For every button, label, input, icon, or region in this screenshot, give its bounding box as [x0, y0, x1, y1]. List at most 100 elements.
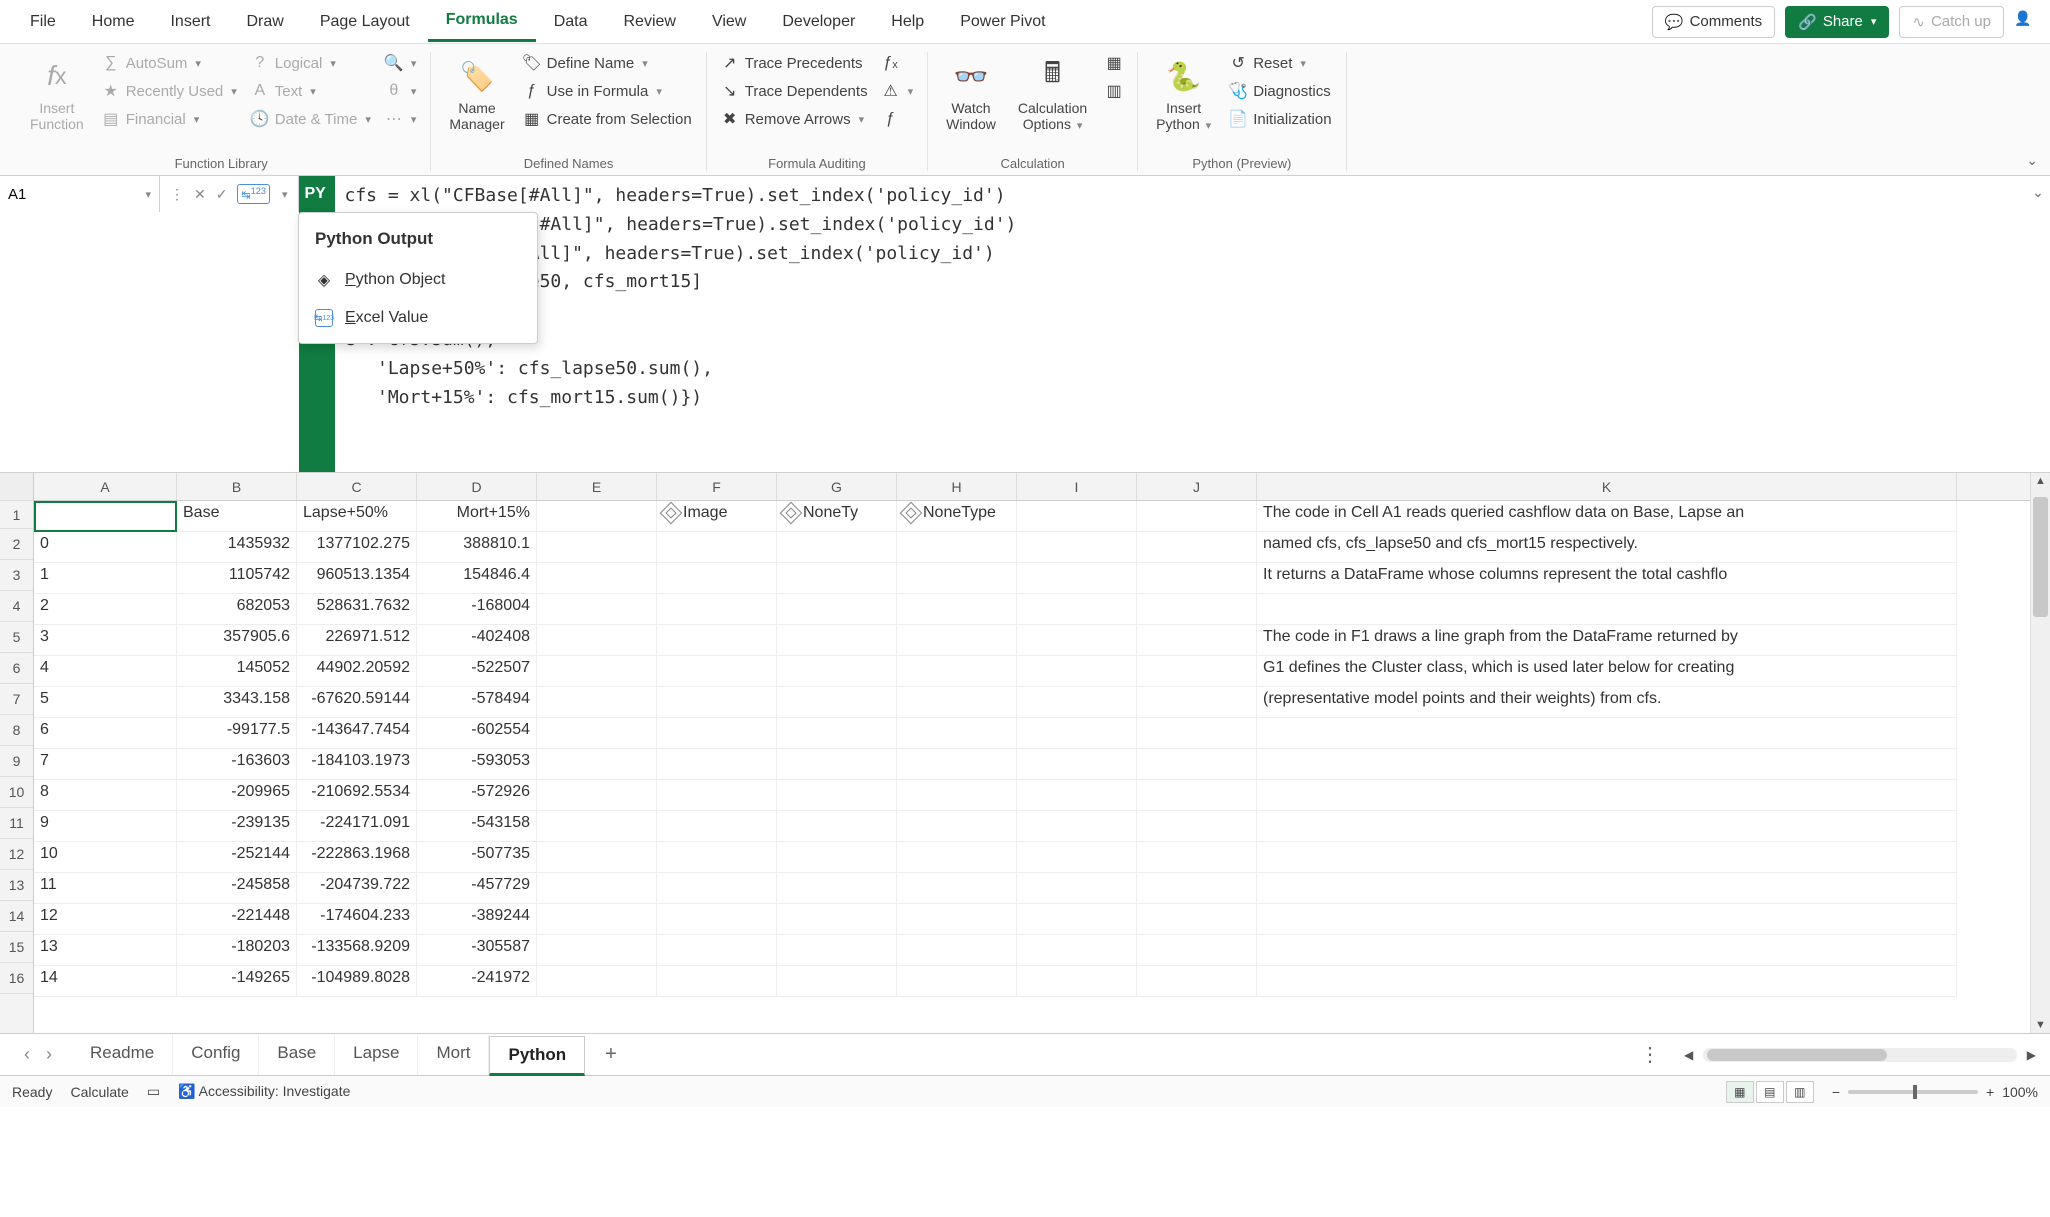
cell[interactable]: -572926 [417, 780, 537, 811]
cell[interactable] [1017, 594, 1137, 625]
col-header-E[interactable]: E [537, 473, 657, 500]
tab-draw[interactable]: Draw [228, 3, 301, 41]
macro-icon[interactable]: ▭ [147, 1083, 160, 1100]
cell[interactable]: -457729 [417, 873, 537, 904]
create-from-selection-button[interactable]: ▦Create from Selection [519, 108, 696, 130]
cell[interactable] [537, 594, 657, 625]
cell[interactable] [897, 873, 1017, 904]
row-header-10[interactable]: 10 [0, 777, 33, 808]
cell[interactable] [777, 904, 897, 935]
excel-value-option[interactable]: ↹123 Excel Value [299, 299, 537, 337]
sheet-tab-config[interactable]: Config [173, 1035, 259, 1075]
sheet-tab-base[interactable]: Base [259, 1035, 335, 1075]
cell[interactable] [1017, 904, 1137, 935]
cell[interactable] [1137, 966, 1257, 997]
col-header-J[interactable]: J [1137, 473, 1257, 500]
cell[interactable]: -204739.722 [297, 873, 417, 904]
cell[interactable] [777, 563, 897, 594]
cell[interactable]: -222863.1968 [297, 842, 417, 873]
tab-file[interactable]: File [12, 3, 74, 41]
row-header-16[interactable]: 16 [0, 963, 33, 994]
row-header-1[interactable]: 1 [0, 501, 33, 529]
zoom-level[interactable]: 100% [2002, 1084, 2038, 1100]
cell[interactable] [657, 749, 777, 780]
trace-precedents-button[interactable]: ↗Trace Precedents [717, 52, 872, 74]
cell[interactable] [657, 594, 777, 625]
cell[interactable]: NoneType [897, 501, 1017, 532]
cell[interactable] [897, 718, 1017, 749]
col-header-I[interactable]: I [1017, 473, 1137, 500]
cell[interactable]: 7 [34, 749, 177, 780]
cell[interactable]: -239135 [177, 811, 297, 842]
cell[interactable]: -174604.233 [297, 904, 417, 935]
row-header-2[interactable]: 2 [0, 529, 33, 560]
cell[interactable] [897, 594, 1017, 625]
cell[interactable]: -180203 [177, 935, 297, 966]
calc-now-button[interactable]: ▦ [1101, 52, 1127, 74]
tab-help[interactable]: Help [873, 3, 942, 41]
cell[interactable] [777, 687, 897, 718]
cell[interactable] [777, 873, 897, 904]
cell[interactable]: Image [657, 501, 777, 532]
catchup-button[interactable]: ∿Catch up [1899, 6, 2004, 38]
cell[interactable] [777, 811, 897, 842]
cell[interactable]: (representative model points and their w… [1257, 687, 1957, 718]
cell[interactable] [897, 687, 1017, 718]
accessibility-button[interactable]: ♿ Accessibility: Investigate [178, 1083, 350, 1100]
tab-view[interactable]: View [694, 3, 764, 41]
scroll-right-arrow[interactable]: ▶ [2023, 1048, 2040, 1062]
cell[interactable] [657, 780, 777, 811]
cell[interactable]: 154846.4 [417, 563, 537, 594]
sheet-tab-python[interactable]: Python [489, 1036, 585, 1076]
cell[interactable]: -99177.5 [177, 718, 297, 749]
name-box[interactable]: ▾ [0, 176, 160, 212]
python-object-option[interactable]: ◈ Python Object [299, 261, 537, 299]
financial-button[interactable]: ▤Financial▾ [98, 108, 241, 130]
col-header-D[interactable]: D [417, 473, 537, 500]
cell[interactable] [1137, 501, 1257, 532]
error-checking-button[interactable]: ⚠▾ [878, 80, 918, 102]
cell[interactable]: -163603 [177, 749, 297, 780]
cell[interactable] [1137, 625, 1257, 656]
tab-formulas[interactable]: Formulas [428, 1, 536, 42]
cell[interactable] [537, 532, 657, 563]
more-functions-button[interactable]: ⋯▾ [381, 108, 421, 130]
cell[interactable] [777, 935, 897, 966]
cell[interactable] [897, 842, 1017, 873]
cancel-icon[interactable]: ✕ [194, 186, 206, 203]
cell[interactable] [1137, 563, 1257, 594]
row-header-8[interactable]: 8 [0, 715, 33, 746]
cell[interactable] [1137, 935, 1257, 966]
tab-review[interactable]: Review [606, 3, 694, 41]
formula-bar-expand[interactable]: ⌄ [2026, 176, 2050, 201]
cell[interactable] [537, 811, 657, 842]
row-header-7[interactable]: 7 [0, 684, 33, 715]
cell[interactable] [1137, 687, 1257, 718]
cell[interactable]: 226971.512 [297, 625, 417, 656]
horizontal-scrollbar[interactable]: ◀ ▶ [1680, 1048, 2040, 1062]
scroll-down-arrow[interactable]: ▼ [2031, 1019, 2050, 1031]
cell[interactable] [1017, 935, 1137, 966]
cell[interactable] [897, 811, 1017, 842]
cell[interactable] [34, 501, 177, 532]
zoom-in-button[interactable]: + [1986, 1084, 1994, 1100]
cell[interactable]: 4 [34, 656, 177, 687]
cell[interactable]: -241972 [417, 966, 537, 997]
cell[interactable] [897, 780, 1017, 811]
cell[interactable] [777, 625, 897, 656]
cell[interactable]: 1435932 [177, 532, 297, 563]
cell[interactable] [1017, 842, 1137, 873]
sheet-nav-next[interactable]: › [46, 1044, 52, 1065]
cell[interactable]: -209965 [177, 780, 297, 811]
cell[interactable] [537, 749, 657, 780]
cell[interactable]: 528631.7632 [297, 594, 417, 625]
chevron-down-icon[interactable]: ▾ [145, 188, 151, 201]
cell[interactable] [1137, 718, 1257, 749]
cell[interactable]: 14 [34, 966, 177, 997]
sheet-options[interactable]: ⋮ [1626, 1042, 1674, 1067]
cell[interactable]: -522507 [417, 656, 537, 687]
recently-used-button[interactable]: ★Recently Used▾ [98, 80, 241, 102]
tab-developer[interactable]: Developer [764, 3, 873, 41]
cell[interactable] [1257, 749, 1957, 780]
scroll-left-arrow[interactable]: ◀ [1680, 1048, 1697, 1062]
